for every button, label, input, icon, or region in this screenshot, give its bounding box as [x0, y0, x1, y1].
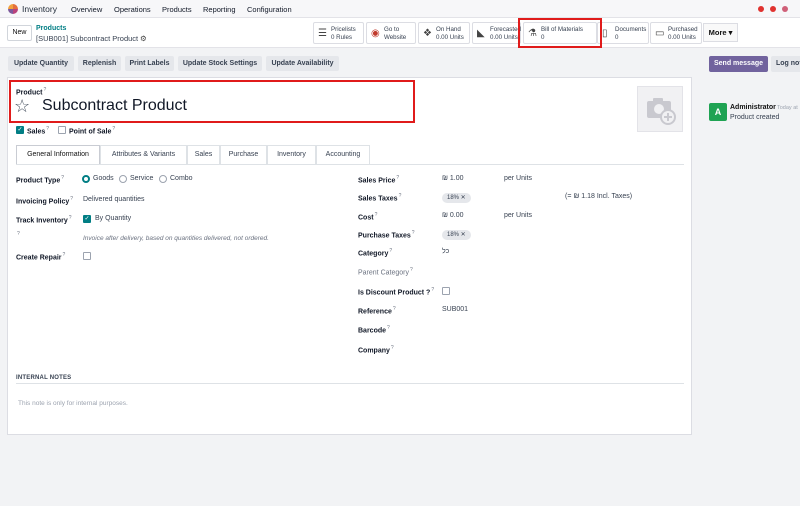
top-navbar: Inventory Overview Operations Products R… — [0, 0, 800, 18]
tab-purchase[interactable]: Purchase — [220, 145, 267, 164]
smart-button-website[interactable]: ◉ Go to Website — [366, 22, 416, 44]
tab-inventory[interactable]: Inventory — [267, 145, 316, 164]
menu-reporting[interactable]: Reporting — [203, 5, 236, 14]
sales-tax-tag[interactable]: 18% ✕ — [442, 193, 471, 203]
highlight-box-product — [9, 80, 415, 123]
product-type-label: Product Type? — [16, 175, 64, 185]
control-panel: New Products [SUB001] Subcontract Produc… — [0, 18, 800, 48]
tabs-divider — [16, 164, 684, 165]
discount-product-label: Is Discount Product ?? — [358, 287, 435, 297]
track-inventory-checkbox[interactable]: ✓ — [83, 215, 91, 223]
smart-button-forecasted[interactable]: ◣ Forecasted 0.00 Units — [472, 22, 521, 44]
sales-tax-included: (= ₪ 1.18 Incl. Taxes) — [565, 193, 633, 200]
avatar[interactable]: A — [709, 103, 727, 121]
sales-checkbox[interactable]: ✓ — [16, 126, 24, 134]
sales-price-field[interactable]: ₪ 1.00 — [442, 175, 464, 182]
track-method-field[interactable]: By Quantity — [95, 215, 131, 222]
cost-field[interactable]: ₪ 0.00 — [442, 212, 464, 219]
type-goods-radio[interactable] — [82, 175, 90, 183]
document-icon: ▯ — [602, 28, 608, 39]
product-image-placeholder[interactable] — [637, 86, 683, 132]
invoicing-policy-field[interactable]: Delivered quantities — [83, 196, 144, 203]
menu-operations[interactable]: Operations — [114, 5, 151, 14]
area-chart-icon: ◣ — [477, 28, 485, 39]
user-avatar-icon[interactable] — [782, 6, 788, 12]
type-service-label: Service — [130, 175, 154, 182]
type-service-radio[interactable] — [119, 175, 127, 183]
barcode-label: Barcode? — [358, 325, 390, 335]
notes-divider — [16, 383, 684, 384]
log-note-button[interactable]: Log not — [771, 56, 800, 72]
discount-product-checkbox[interactable] — [442, 287, 450, 295]
track-inventory-label: Track Inventory? — [16, 215, 72, 225]
reference-field[interactable]: SUB001 — [442, 306, 468, 313]
reference-label: Reference? — [358, 306, 396, 316]
category-field[interactable]: כל — [442, 248, 449, 255]
sales-taxes-label: Sales Taxes? — [358, 193, 402, 203]
tab-attributes-variants[interactable]: Attributes & Variants — [100, 145, 187, 164]
purchase-taxes-label: Purchase Taxes? — [358, 230, 415, 240]
category-label: Category? — [358, 248, 393, 258]
credit-card-icon: ▭ — [655, 28, 665, 39]
breadcrumb-current: [SUB001] Subcontract Product — [36, 34, 139, 43]
gear-icon[interactable]: ⚙ — [140, 34, 147, 43]
sales-price-unit: per Units — [504, 175, 533, 182]
menu-overview[interactable]: Overview — [71, 5, 102, 14]
smart-button-pricelists[interactable]: ☰ Pricelists 0 Rules — [313, 22, 364, 44]
smart-button-documents[interactable]: ▯ Documents 0 — [597, 22, 649, 44]
globe-icon: ◉ — [371, 28, 380, 39]
type-combo-label: Combo — [170, 175, 193, 182]
internal-notes-header: INTERNAL NOTES — [16, 375, 72, 381]
new-button[interactable]: New — [7, 25, 32, 41]
odoo-logo-icon[interactable] — [8, 4, 18, 14]
tab-general-information[interactable]: General Information — [16, 145, 100, 164]
send-message-button[interactable]: Send message — [709, 56, 768, 72]
replenish-button[interactable]: Replenish — [78, 56, 121, 71]
create-repair-label: Create Repair? — [16, 252, 66, 262]
parent-category-label: Parent Category? — [358, 267, 413, 277]
smart-button-purchased[interactable]: ▭ Purchased 0.00 Units — [650, 22, 702, 44]
sales-price-label: Sales Price? — [358, 175, 400, 185]
menu-configuration[interactable]: Configuration — [247, 5, 292, 14]
pos-checkbox[interactable] — [58, 126, 66, 134]
cubes-icon: ❖ — [423, 28, 432, 39]
help-icon: ? — [17, 231, 20, 237]
invoice-help-text: Invoice after delivery, based on quantit… — [83, 235, 269, 242]
type-combo-radio[interactable] — [159, 175, 167, 183]
message-author: Administrator — [730, 104, 776, 111]
type-goods-label: Goods — [93, 175, 114, 182]
update-quantity-button[interactable]: Update Quantity — [8, 56, 74, 71]
smart-button-on-hand[interactable]: ❖ On Hand 0.00 Units — [418, 22, 470, 44]
camera-icon — [647, 98, 676, 125]
print-labels-button[interactable]: Print Labels — [125, 56, 174, 71]
app-name[interactable]: Inventory — [22, 4, 57, 14]
update-availability-button[interactable]: Update Availability — [266, 56, 339, 71]
message-time: Today at — [777, 105, 798, 111]
sales-label: Sales? — [27, 126, 50, 136]
tab-sales[interactable]: Sales — [187, 145, 220, 164]
create-repair-checkbox[interactable] — [83, 252, 91, 260]
invoicing-policy-label: Invoicing Policy? — [16, 196, 74, 206]
pos-label: Point of Sale? — [69, 126, 116, 136]
internal-notes-field[interactable]: This note is only for internal purposes. — [18, 400, 128, 407]
highlight-box — [518, 18, 602, 48]
purchase-tax-tag[interactable]: 18% ✕ — [442, 230, 471, 240]
status-dot-icon[interactable] — [758, 6, 764, 12]
breadcrumb-parent[interactable]: Products — [36, 25, 66, 32]
cost-unit: per Units — [504, 212, 533, 219]
message-body: Product created — [730, 114, 780, 121]
list-icon: ☰ — [318, 28, 327, 39]
menu-products[interactable]: Products — [162, 5, 192, 14]
notification-dot-icon[interactable] — [770, 6, 776, 12]
update-stock-settings-button[interactable]: Update Stock Settings — [178, 56, 262, 71]
cost-label: Cost? — [358, 212, 378, 222]
more-button[interactable]: More ▾ — [703, 23, 738, 42]
company-label: Company? — [358, 345, 394, 355]
tab-accounting[interactable]: Accounting — [316, 145, 370, 164]
